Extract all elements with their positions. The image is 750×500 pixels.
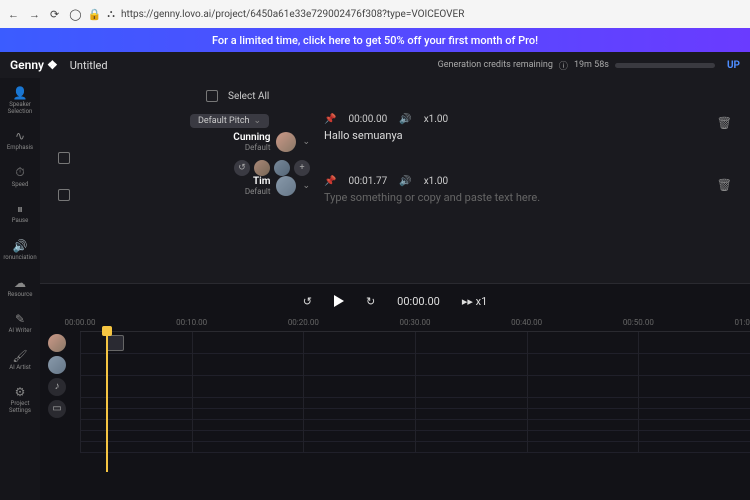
block-checkbox[interactable] [58,189,70,201]
ruler-tick: 00:20.00 [288,318,319,327]
shield-icon: ◯ [69,8,81,21]
sidebar-item[interactable]: ☁Resource [0,274,40,301]
speed-button[interactable]: ▸▸ x1 [462,295,487,308]
play-button[interactable] [334,295,344,307]
reload-icon[interactable]: ⟳ [50,8,59,21]
sidebar-icon: ☁ [13,276,27,290]
sidebar-icon: 🔊 [13,239,27,253]
sidebar-item[interactable]: ∿Emphasis [0,127,40,154]
brand-logo[interactable]: Genny ❖ [10,58,58,72]
block-checkbox[interactable] [58,152,70,164]
lock-icon: 🔒 [88,8,102,21]
sidebar-item[interactable]: 🔊ronunciation [0,237,40,264]
transport-time: 00:00.00 [397,295,440,308]
sidebar-item[interactable]: ⏸Pause [0,200,40,227]
delete-button[interactable]: 🗑 [717,114,732,176]
forward-icon[interactable]: ↻ [366,295,375,308]
track-avatar[interactable] [48,334,66,352]
perm-icon: ⛬ [107,7,115,21]
audio-clip[interactable] [106,335,124,351]
ruler-tick: 00:00.00 [64,318,95,327]
pin-icon[interactable]: 📌 [324,114,336,125]
text-input[interactable]: Type something or copy and paste text he… [324,191,717,204]
add-button[interactable]: + [294,160,310,176]
ruler-tick: 00:40.00 [511,318,542,327]
history-icon[interactable]: ↺ [234,160,250,176]
back-icon[interactable]: ← [8,8,19,21]
track-avatar[interactable] [48,356,66,374]
sidebar-icon: ∿ [13,129,27,143]
sidebar-item[interactable]: ✎AI Writer [0,310,40,337]
chevron-down-icon: ⌄ [302,137,310,147]
sidebar-item[interactable]: ⏱Speed [0,164,40,191]
speaker-selector[interactable]: CunningDefault⌄ [233,132,310,152]
sidebar-item[interactable]: 🖌AI Artist [0,347,40,374]
ruler-tick: 00:50.00 [623,318,654,327]
ruler-tick: 01:00.00 [734,318,750,327]
block-time: 00:01.77 [348,176,387,187]
sidebar-item[interactable]: ⚙Project Settings [0,383,40,416]
block-time: 00:00.00 [348,114,387,125]
sidebar-icon: ⚙ [13,385,27,399]
avatar [276,132,296,152]
sidebar-icon: ⏸ [13,202,27,216]
upgrade-button[interactable]: UP [727,60,740,71]
sidebar-item[interactable]: 👤Speaker Selection [0,84,40,117]
ruler-tick: 00:10.00 [176,318,207,327]
alt-avatar[interactable] [274,160,290,176]
select-all-label: Select All [228,91,269,102]
chevron-down-icon: ⌄ [302,181,310,191]
credits-time: 19m 58s [574,60,609,70]
forward-icon[interactable]: → [29,8,40,21]
block-speed: x1.00 [424,114,448,125]
ruler-tick: 00:30.00 [399,318,430,327]
url-text[interactable]: https://genny.lovo.ai/project/6450a61e33… [121,9,464,20]
volume-icon[interactable]: 🔊 [399,176,411,187]
text-input[interactable]: Hallo semuanya [324,129,717,142]
avatar [276,176,296,196]
image-track-icon[interactable]: ▭ [48,400,66,418]
sidebar-icon: 👤 [13,86,27,100]
help-icon[interactable]: ⓘ [559,59,568,72]
sidebar-icon: ✎ [13,312,27,326]
credits-bar [615,63,715,68]
music-track-icon[interactable]: ♪ [48,378,66,396]
volume-icon[interactable]: 🔊 [399,114,411,125]
alt-avatar[interactable] [254,160,270,176]
sidebar-icon: ⏱ [13,166,27,180]
sidebar-icon: 🖌 [13,349,27,363]
credits-label: Generation credits remaining [438,60,553,70]
project-title[interactable]: Untitled [70,59,108,72]
pitch-selector[interactable]: Default Pitch ⌄ [190,114,269,128]
block-speed: x1.00 [424,176,448,187]
promo-banner[interactable]: For a limited time, click here to get 50… [0,28,750,52]
rewind-icon[interactable]: ↺ [303,295,312,308]
pin-icon[interactable]: 📌 [324,176,336,187]
select-all-checkbox[interactable] [206,90,218,102]
speaker-selector[interactable]: TimDefault⌄ [245,176,310,196]
delete-button[interactable]: 🗑 [717,176,732,204]
